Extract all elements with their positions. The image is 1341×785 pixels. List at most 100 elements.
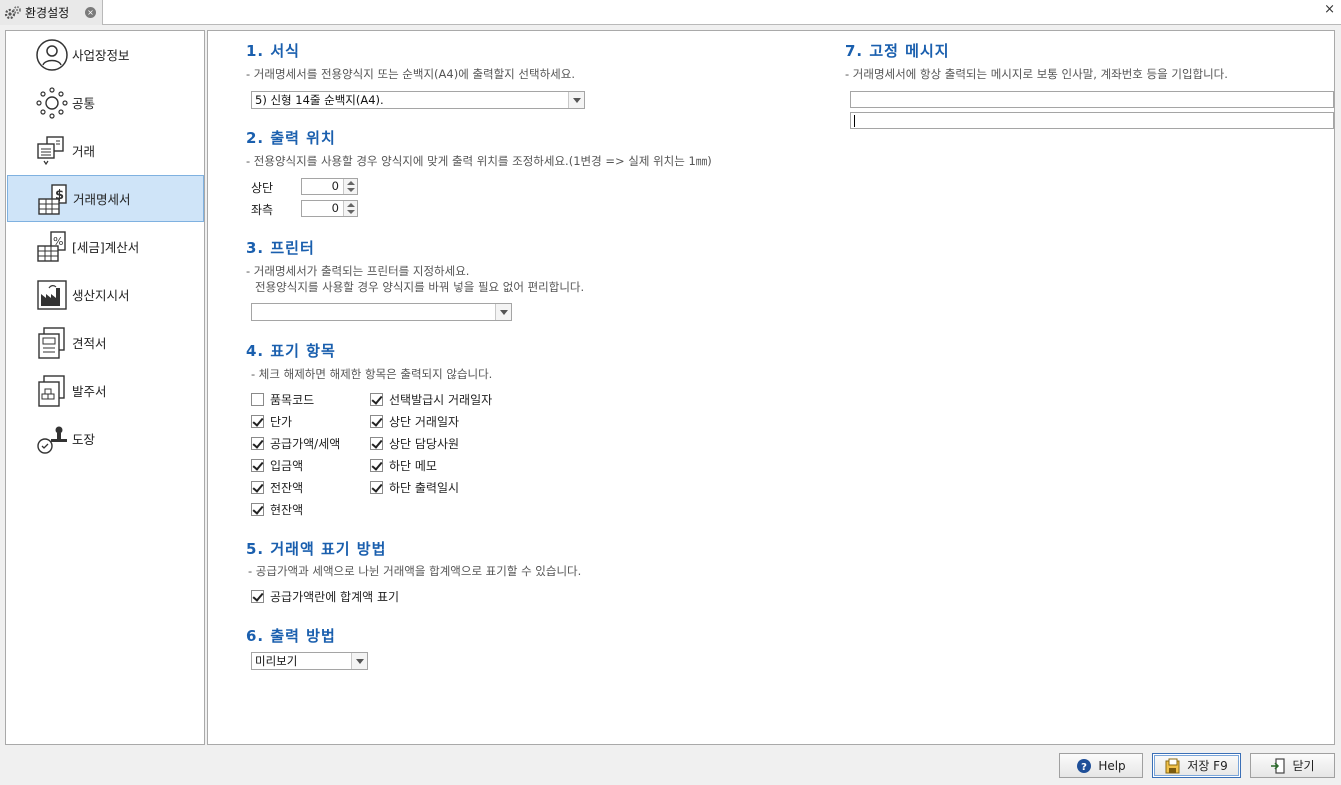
checkbox-label: 선택발급시 거래일자 bbox=[389, 393, 493, 407]
checkbox-label: 입금액 bbox=[270, 459, 304, 473]
sidebar-item-business-info[interactable]: 사업장정보 bbox=[6, 31, 204, 78]
checkbox-label: 공급가액/세액 bbox=[270, 437, 341, 451]
checkbox-box[interactable] bbox=[251, 437, 264, 450]
checkbox-deposit[interactable]: 입금액 bbox=[251, 457, 303, 474]
section-desc-fixed-message: - 거래명세서에 항상 출력되는 메시지로 보통 인사말, 계좌번호 등을 기입… bbox=[845, 67, 1228, 81]
checkbox-bottom-memo[interactable]: 하단 메모 bbox=[370, 457, 437, 474]
format-select-value: 5) 신형 14줄 순백지(A4). bbox=[255, 93, 384, 107]
top-offset-label: 상단 bbox=[251, 181, 274, 195]
section-title-format: 1. 서식 bbox=[246, 42, 300, 60]
save-icon bbox=[1165, 758, 1181, 774]
sidebar-item-label: 공통 bbox=[72, 96, 96, 111]
section-desc-amount-display: - 공급가액과 세액으로 나뉜 거래액을 합계액으로 표기할 수 있습니다. bbox=[248, 564, 582, 578]
chevron-down-icon[interactable] bbox=[347, 188, 355, 192]
top-offset-stepper[interactable]: 0 bbox=[301, 178, 358, 195]
save-button[interactable]: 저장 F9 bbox=[1152, 753, 1241, 778]
checkbox-supply-tax[interactable]: 공급가액/세액 bbox=[251, 435, 340, 452]
checkbox-box[interactable] bbox=[251, 503, 264, 516]
percent-sheet-icon: % bbox=[35, 230, 69, 264]
tab-title: 환경설정 bbox=[25, 6, 70, 20]
chevron-up-icon[interactable] bbox=[347, 203, 355, 207]
sidebar-item-estimate[interactable]: 견적서 bbox=[6, 319, 204, 366]
chevron-down-icon[interactable] bbox=[351, 653, 367, 669]
close-button-label: 닫기 bbox=[1292, 759, 1315, 773]
tab-close-icon[interactable]: × bbox=[85, 7, 96, 18]
fixed-message-line-2[interactable] bbox=[850, 112, 1334, 129]
checkbox-item-code[interactable]: 품목코드 bbox=[251, 391, 314, 408]
sidebar-item-label: 거래 bbox=[72, 144, 96, 159]
tab-bar: 환경설정 × × bbox=[0, 0, 1341, 25]
checkbox-top-date[interactable]: 상단 거래일자 bbox=[370, 413, 459, 430]
checkbox-unit-price[interactable]: 단가 bbox=[251, 413, 292, 430]
section-title-display-items: 4. 표기 항목 bbox=[246, 342, 336, 360]
left-offset-label: 좌측 bbox=[251, 203, 274, 217]
checkbox-box[interactable] bbox=[251, 415, 264, 428]
printer-select[interactable] bbox=[251, 303, 512, 321]
checkbox-box[interactable] bbox=[370, 459, 383, 472]
format-select[interactable]: 5) 신형 14줄 순백지(A4). bbox=[251, 91, 585, 109]
sidebar-item-stamp[interactable]: 도장 bbox=[6, 415, 204, 462]
top-offset-value: 0 bbox=[331, 179, 339, 193]
sidebar-item-purchase-order[interactable]: 발주서 bbox=[6, 367, 204, 414]
chevron-down-icon[interactable] bbox=[347, 210, 355, 214]
sidebar-item-invoice[interactable]: $ 거래명세서 bbox=[7, 175, 204, 222]
left-offset-value: 0 bbox=[331, 201, 339, 215]
stepper-buttons[interactable] bbox=[343, 179, 357, 194]
section-title-printer: 3. 프린터 bbox=[246, 239, 315, 257]
tab-settings[interactable]: 환경설정 × bbox=[0, 0, 103, 25]
sidebar-item-label: 거래명세서 bbox=[73, 192, 131, 207]
checkbox-box[interactable] bbox=[251, 393, 264, 406]
checkbox-bottom-print-time[interactable]: 하단 출력일시 bbox=[370, 479, 459, 496]
chevron-down-icon[interactable] bbox=[568, 92, 584, 108]
sidebar-item-tax-invoice[interactable]: % [세금]계산서 bbox=[6, 223, 204, 270]
help-icon: ? bbox=[1076, 758, 1092, 774]
checkbox-label: 하단 출력일시 bbox=[389, 481, 460, 495]
output-method-select[interactable]: 미리보기 bbox=[251, 652, 368, 670]
dollar-sheet-icon: $ bbox=[36, 183, 70, 217]
section-title-amount-display: 5. 거래액 표기 방법 bbox=[246, 540, 387, 558]
section-title-output-method: 6. 출력 방법 bbox=[246, 627, 336, 645]
sidebar-item-label: 견적서 bbox=[72, 336, 107, 351]
checkbox-box[interactable] bbox=[370, 415, 383, 428]
checkbox-box[interactable] bbox=[251, 459, 264, 472]
checkbox-total-in-supply[interactable]: 공급가액란에 합계액 표기 bbox=[251, 588, 399, 605]
checkbox-top-staff[interactable]: 상단 담당사원 bbox=[370, 435, 459, 452]
checkbox-issue-date[interactable]: 선택발급시 거래일자 bbox=[370, 391, 492, 408]
chevron-down-icon[interactable] bbox=[495, 304, 511, 320]
checkbox-box[interactable] bbox=[370, 481, 383, 494]
window-close-icon[interactable]: × bbox=[1324, 2, 1335, 17]
sidebar-item-transaction[interactable]: 거래 bbox=[6, 127, 204, 174]
checkbox-box[interactable] bbox=[370, 437, 383, 450]
help-button-label: Help bbox=[1098, 758, 1126, 773]
close-button[interactable]: 닫기 bbox=[1250, 753, 1335, 778]
checkbox-box[interactable] bbox=[251, 481, 264, 494]
section-desc-format: - 거래명세서를 전용양식지 또는 순백지(A4)에 출력할지 선택하세요. bbox=[246, 67, 575, 81]
checkbox-label: 단가 bbox=[270, 415, 293, 429]
sidebar: 사업장정보 공통 거래 $ 거래명세서 % [세금]계산서 생산지시서 견적서 bbox=[5, 30, 205, 745]
chevron-up-icon[interactable] bbox=[347, 181, 355, 185]
section-desc-print-position: - 전용양식지를 사용할 경우 양식지에 맞게 출력 위치를 조정하세요.(1변… bbox=[246, 154, 712, 168]
checkbox-label: 현잔액 bbox=[270, 503, 304, 517]
fixed-message-line-1[interactable] bbox=[850, 91, 1334, 108]
checkbox-label: 상단 거래일자 bbox=[389, 415, 460, 429]
sidebar-item-label: [세금]계산서 bbox=[72, 240, 140, 255]
stepper-buttons[interactable] bbox=[343, 201, 357, 216]
output-method-select-value: 미리보기 bbox=[255, 654, 298, 668]
checkbox-current-balance[interactable]: 현잔액 bbox=[251, 501, 303, 518]
section-desc-printer: - 거래명세서가 출력되는 프린터를 지정하세요. bbox=[246, 264, 470, 278]
checkbox-box[interactable] bbox=[370, 393, 383, 406]
svg-text:?: ? bbox=[1081, 762, 1087, 773]
stamp-icon bbox=[35, 422, 69, 456]
help-button[interactable]: ? Help bbox=[1059, 753, 1143, 778]
text-caret bbox=[854, 115, 855, 127]
sidebar-item-common[interactable]: 공통 bbox=[6, 79, 204, 126]
sidebar-item-label: 도장 bbox=[72, 432, 96, 447]
checkbox-label: 상단 담당사원 bbox=[389, 437, 460, 451]
checkbox-prev-balance[interactable]: 전잔액 bbox=[251, 479, 303, 496]
sidebar-item-production-order[interactable]: 생산지시서 bbox=[6, 271, 204, 318]
section-title-fixed-message: 7. 고정 메시지 bbox=[845, 42, 950, 60]
left-offset-stepper[interactable]: 0 bbox=[301, 200, 358, 217]
section-desc-printer-2: 전용양식지를 사용할 경우 양식지를 바꿔 넣을 필요 없어 편리합니다. bbox=[255, 280, 585, 294]
save-button-label: 저장 F9 bbox=[1187, 759, 1228, 773]
checkbox-box[interactable] bbox=[251, 590, 264, 603]
